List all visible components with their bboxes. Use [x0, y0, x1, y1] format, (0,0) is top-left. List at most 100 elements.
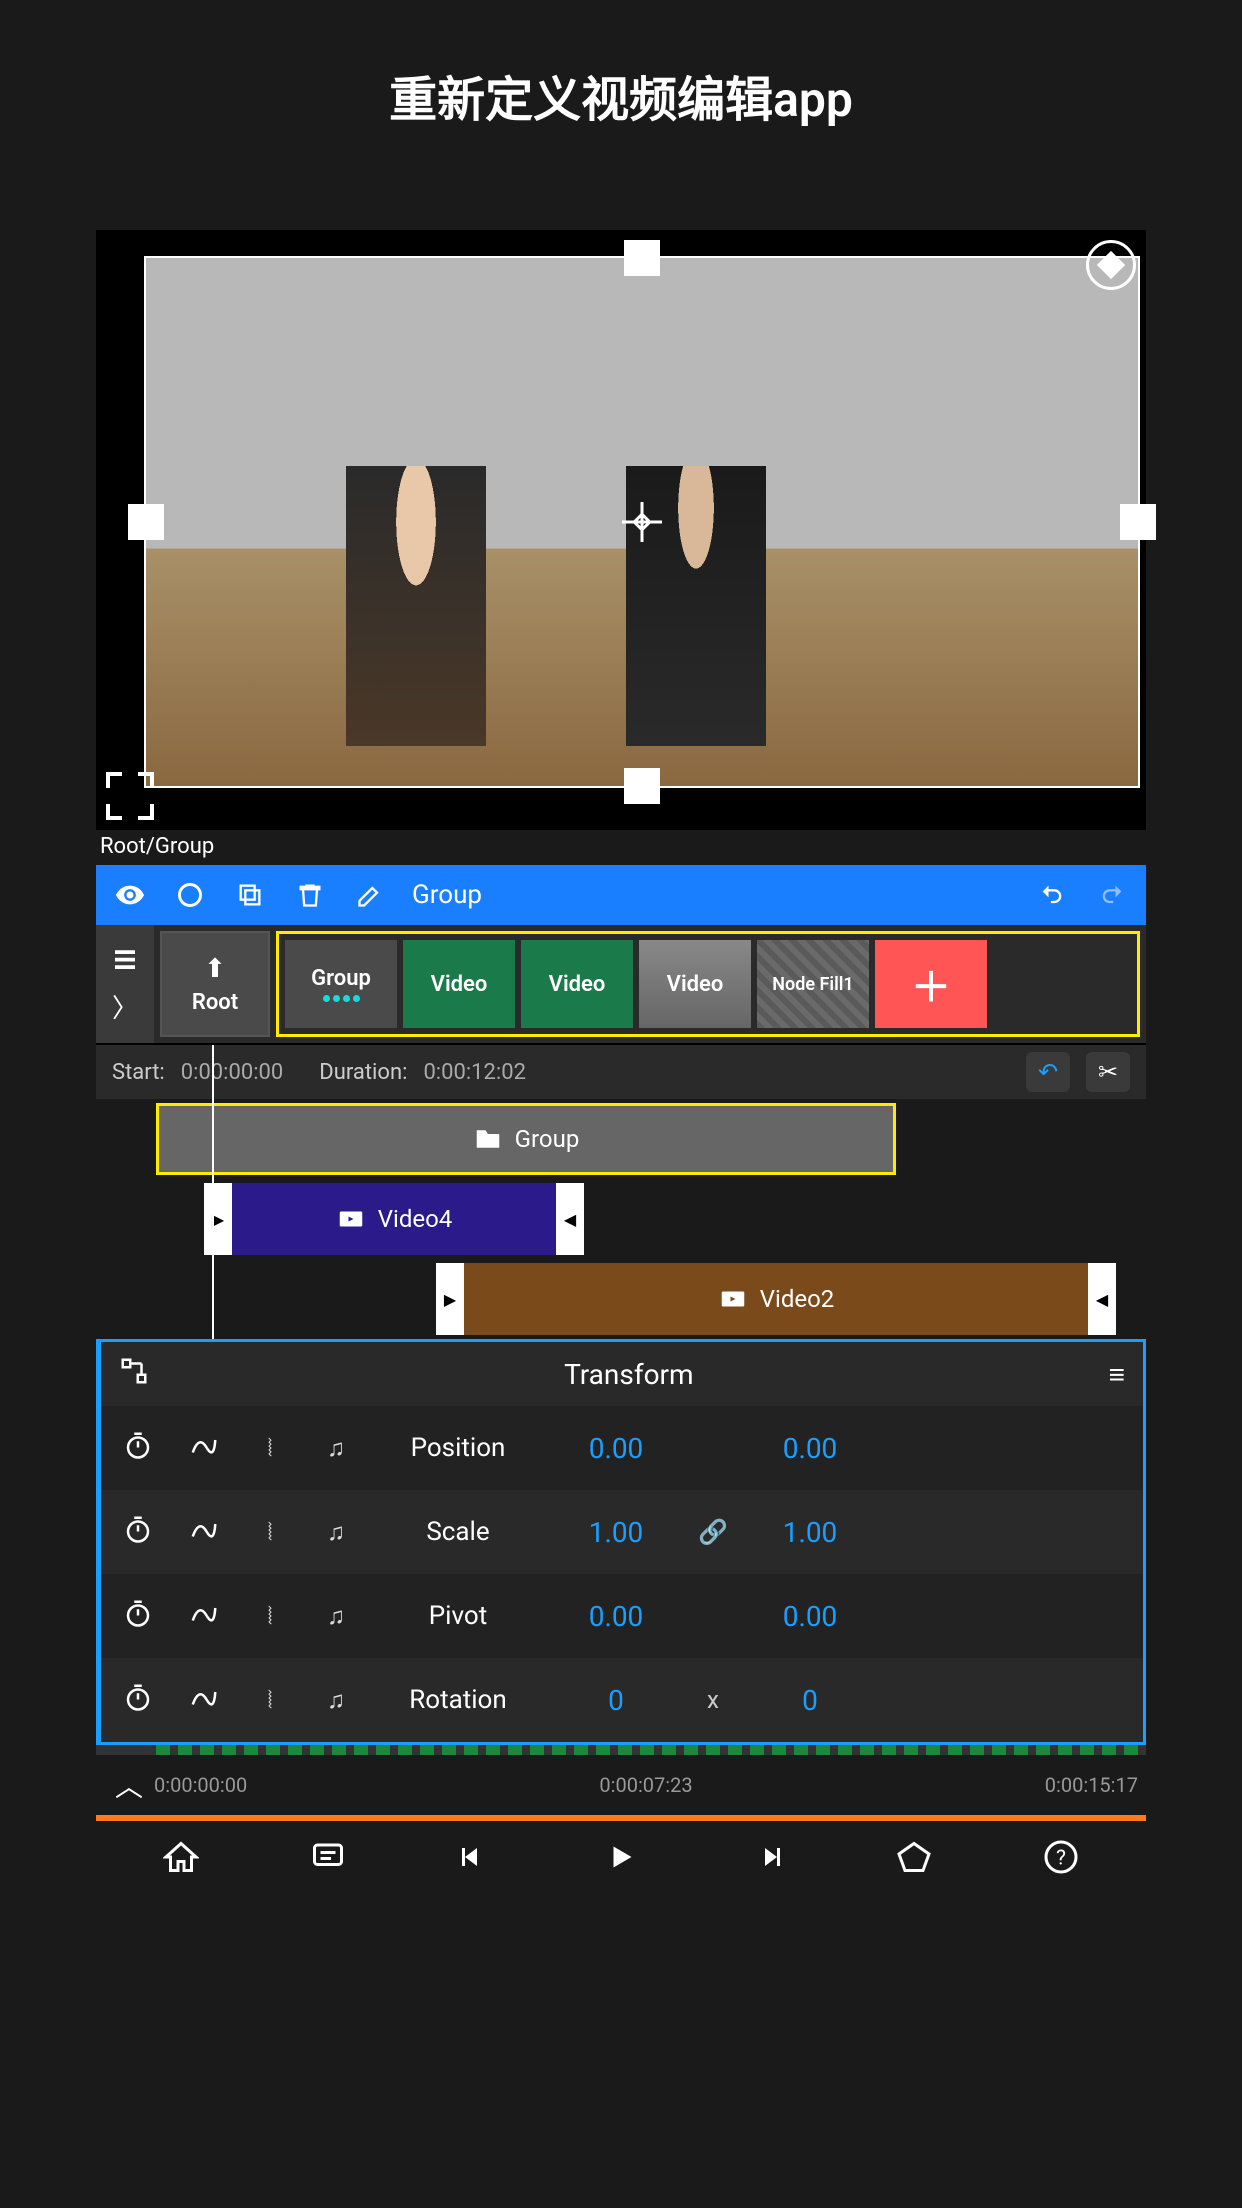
edit-icon[interactable]: [352, 877, 388, 913]
duration-value[interactable]: 0:00:12:02: [423, 1060, 526, 1085]
ruler-t1: 0:00:00:00: [154, 1773, 482, 1797]
add-clip-button[interactable]: ＋: [875, 940, 987, 1028]
transform-header: Transform ≡: [101, 1342, 1143, 1406]
track-video2[interactable]: ▶ Video2 ◀: [436, 1263, 1116, 1335]
app-frame: Root/Group Group 〉 ⬆ Root Group Video Vi…: [96, 230, 1146, 1893]
clip-node-fill[interactable]: Node Fill1: [757, 940, 869, 1028]
prop-value-1[interactable]: 1.00: [551, 1516, 681, 1549]
video-preview[interactable]: [96, 230, 1146, 830]
prop-value-2[interactable]: 0.00: [745, 1600, 875, 1633]
music-icon[interactable]: ♫: [307, 1686, 365, 1715]
music-icon[interactable]: ♫: [307, 1602, 365, 1631]
prop-row-pivot: ⦚ ♫ Pivot 0.00 0.00: [101, 1574, 1143, 1658]
wiggle-icon[interactable]: ⦚: [241, 1602, 299, 1630]
playhead[interactable]: [212, 1045, 214, 1339]
prop-name: Position: [373, 1433, 543, 1463]
prop-separator[interactable]: 🔗: [689, 1518, 737, 1546]
trash-icon[interactable]: [292, 877, 328, 913]
menu-icon[interactable]: ≡: [1109, 1358, 1125, 1391]
track-handle-left[interactable]: ▶: [436, 1263, 464, 1335]
curve-icon[interactable]: [175, 1598, 233, 1634]
clip-video-3[interactable]: Video: [639, 940, 751, 1028]
side-expand-tab[interactable]: 〉: [96, 925, 154, 1043]
prop-value-1[interactable]: 0: [551, 1684, 681, 1717]
next-frame-icon[interactable]: [740, 1829, 796, 1885]
wiggle-icon[interactable]: ⦚: [241, 1518, 299, 1546]
prop-value-2[interactable]: 0.00: [745, 1432, 875, 1465]
help-icon[interactable]: ?: [1033, 1829, 1089, 1885]
promo-title: 重新定义视频编辑app: [0, 0, 1242, 170]
transform-bbox[interactable]: [144, 256, 1140, 788]
rotate-handle-icon[interactable]: [1086, 240, 1136, 290]
music-icon[interactable]: ♫: [307, 1518, 365, 1547]
start-value[interactable]: 0:00:00:00: [181, 1060, 284, 1085]
duration-label: Duration:: [319, 1060, 407, 1085]
undo-icon[interactable]: [1034, 877, 1070, 913]
breadcrumb[interactable]: Root/Group: [96, 830, 1146, 865]
curve-icon[interactable]: [175, 1430, 233, 1466]
handle-top[interactable]: [624, 240, 660, 276]
stopwatch-icon[interactable]: [109, 1430, 167, 1467]
clip-video-2[interactable]: Video: [521, 940, 633, 1028]
wiggle-icon[interactable]: ⦚: [241, 1434, 299, 1462]
track-group[interactable]: Group: [156, 1103, 896, 1175]
transform-node-icon[interactable]: [119, 1356, 149, 1393]
prev-frame-icon[interactable]: [446, 1829, 502, 1885]
premium-icon[interactable]: [886, 1829, 942, 1885]
prop-value-2[interactable]: 1.00: [745, 1516, 875, 1549]
track-handle-left[interactable]: ▶: [204, 1183, 232, 1255]
track-handle-right[interactable]: ◀: [556, 1183, 584, 1255]
prop-value-2[interactable]: 0: [745, 1684, 875, 1717]
prop-row-rotation: ⦚ ♫ Rotation 0 x 0: [101, 1658, 1143, 1742]
curve-icon[interactable]: [175, 1682, 233, 1718]
node-name-label[interactable]: Group: [412, 880, 482, 910]
transform-panel: Transform ≡ ⦚ ♫ Position 0.00 0.00 ⦚ ♫ S…: [96, 1339, 1146, 1745]
video-icon: [336, 1204, 366, 1234]
folder-icon: [473, 1124, 503, 1154]
timeline-tracks[interactable]: Group ▶ Video4 ◀ ▶ Video2 ◀: [96, 1099, 1146, 1339]
ruler-t3: 0:00:15:17: [810, 1773, 1138, 1797]
prop-value-1[interactable]: 0.00: [551, 1432, 681, 1465]
track-video4[interactable]: ▶ Video4 ◀: [204, 1183, 584, 1255]
snap-button[interactable]: ↶: [1026, 1052, 1070, 1092]
prop-separator: x: [689, 1686, 737, 1714]
node-row: 〉 ⬆ Root Group Video Video Video Node Fi…: [96, 925, 1146, 1045]
circle-icon[interactable]: [172, 877, 208, 913]
time-ruler[interactable]: ︿ 0:00:00:00 0:00:07:23 0:00:15:17: [96, 1745, 1146, 1815]
stopwatch-icon[interactable]: [109, 1514, 167, 1551]
root-tile[interactable]: ⬆ Root: [160, 931, 270, 1037]
wiggle-icon[interactable]: ⦚: [241, 1686, 299, 1714]
handle-bottom[interactable]: [624, 768, 660, 804]
bottom-bar: ?: [96, 1815, 1146, 1893]
comment-icon[interactable]: [300, 1829, 356, 1885]
clip-group[interactable]: Group: [285, 940, 397, 1028]
subject-2: [626, 466, 766, 746]
prop-row-position: ⦚ ♫ Position 0.00 0.00: [101, 1406, 1143, 1490]
prop-value-1[interactable]: 0.00: [551, 1600, 681, 1633]
curve-icon[interactable]: [175, 1514, 233, 1550]
home-icon[interactable]: [153, 1829, 209, 1885]
fullscreen-icon[interactable]: [106, 772, 154, 820]
clip-video-1[interactable]: Video: [403, 940, 515, 1028]
collapse-icon[interactable]: ︿: [104, 1765, 154, 1805]
clips-container: Group Video Video Video Node Fill1 ＋: [276, 931, 1140, 1037]
svg-text:?: ?: [1056, 1847, 1066, 1871]
video-icon: [718, 1284, 748, 1314]
clip-dots-icon: [323, 995, 360, 1002]
prop-row-scale: ⦚ ♫ Scale 1.00 🔗 1.00: [101, 1490, 1143, 1574]
time-bar: Start: 0:00:00:00 Duration: 0:00:12:02 ↶…: [96, 1045, 1146, 1099]
handle-right[interactable]: [1120, 504, 1156, 540]
redo-icon[interactable]: [1094, 877, 1130, 913]
track-handle-right[interactable]: ◀: [1088, 1263, 1116, 1335]
cut-button[interactable]: ✂: [1086, 1052, 1130, 1092]
preview-frame: [146, 258, 1138, 786]
copy-icon[interactable]: [232, 877, 268, 913]
handle-left[interactable]: [128, 504, 164, 540]
music-icon[interactable]: ♫: [307, 1434, 365, 1463]
upload-icon: ⬆: [204, 954, 226, 984]
stopwatch-icon[interactable]: [109, 1598, 167, 1635]
play-icon[interactable]: [593, 1829, 649, 1885]
visibility-icon[interactable]: [112, 877, 148, 913]
stopwatch-icon[interactable]: [109, 1682, 167, 1719]
chevron-right-icon: 〉: [112, 988, 138, 1025]
